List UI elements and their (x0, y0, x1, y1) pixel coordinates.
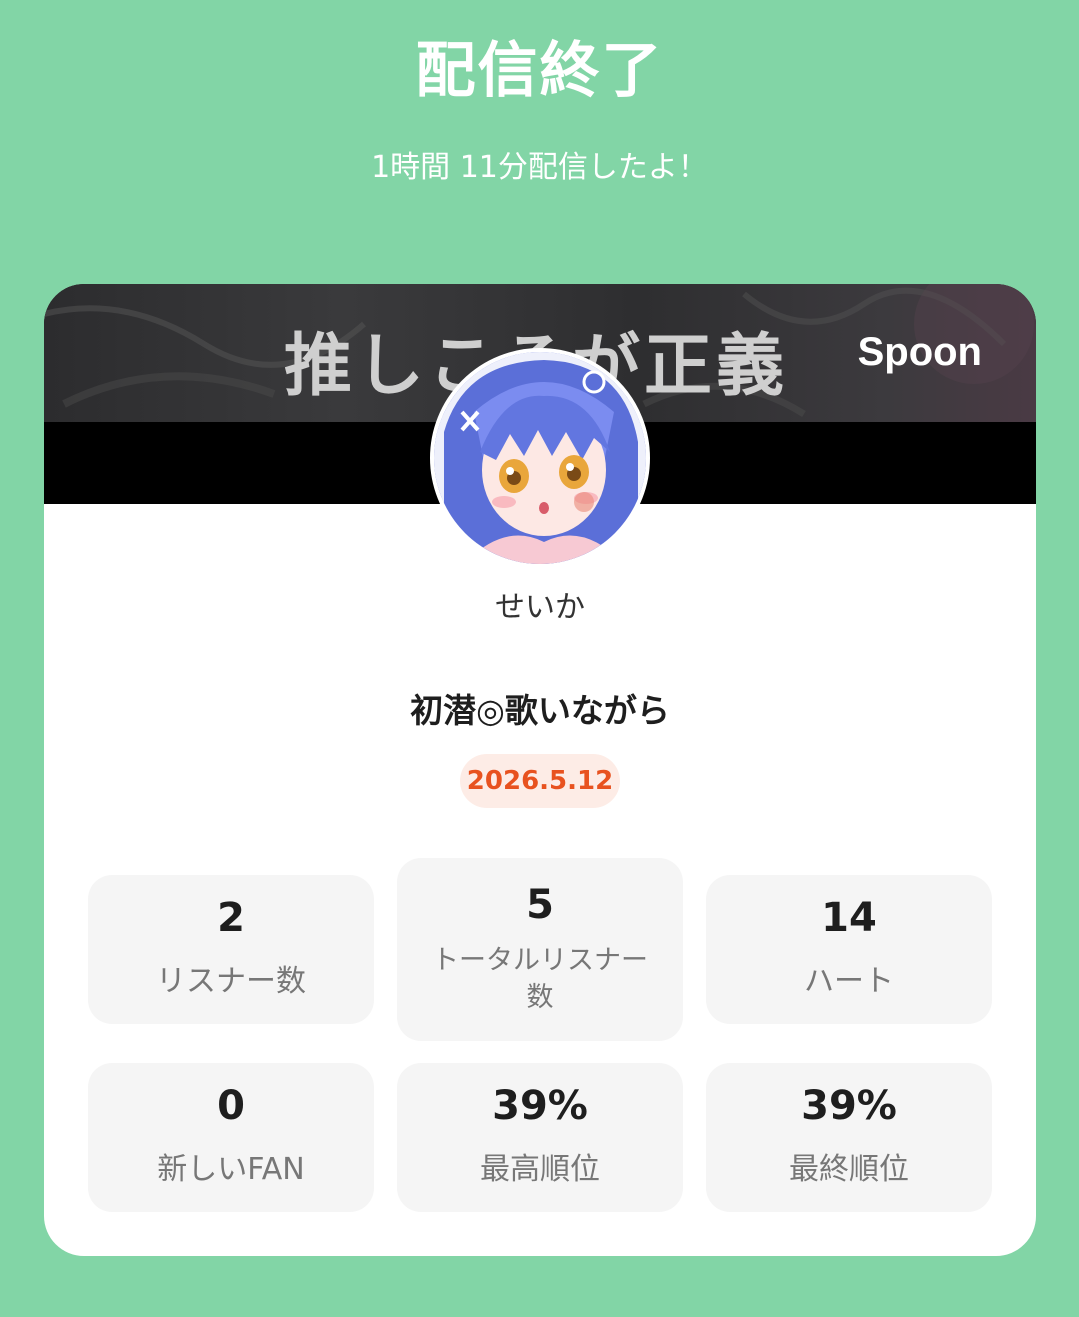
date-badge: 2026.5.12 (460, 754, 620, 808)
stat-final-rank: 39% 最終順位 (706, 1063, 992, 1212)
stat-value: 14 (821, 895, 877, 942)
stat-label: ハート (804, 964, 894, 1000)
stream-end-screen: 配信終了 1時間 11分配信したよ！ 推しこそが正義 Spoon (0, 0, 1079, 1317)
page-title: 配信終了 (415, 36, 664, 106)
stat-label: 最終順位 (789, 1152, 909, 1188)
stat-label: リスナー数 (156, 964, 306, 1000)
avatar[interactable] (430, 348, 650, 568)
avatar-illustration-icon (434, 352, 646, 564)
stat-value: 5 (526, 882, 554, 929)
stat-listeners: 2 リスナー数 (88, 875, 374, 1024)
stat-label-line: 数 (526, 981, 554, 1013)
summary-card: 推しこそが正義 Spoon (44, 284, 1036, 1256)
streamer-name: せいか (495, 590, 585, 625)
stream-title: 初潜◎歌いながら (410, 691, 670, 730)
stat-total-listeners: 5 トータルリスナー 数 (397, 858, 683, 1041)
stat-value: 39% (801, 1083, 897, 1130)
stat-hearts: 14 ハート (706, 875, 992, 1024)
duration-text: 1時間 11分配信したよ！ (371, 150, 708, 185)
stat-label: 最高順位 (480, 1152, 600, 1188)
stat-new-fans: 0 新しいFAN (88, 1063, 374, 1212)
stat-value: 2 (217, 895, 245, 942)
stat-label-line: トータルリスナー (432, 945, 648, 977)
stat-label: 新しいFAN (157, 1152, 305, 1188)
stat-value: 0 (217, 1083, 245, 1130)
spoon-logo: Spoon (857, 330, 982, 374)
stat-label: トータルリスナー 数 (432, 943, 648, 1016)
stat-value: 39% (492, 1083, 588, 1130)
stat-best-rank: 39% 最高順位 (397, 1063, 683, 1212)
